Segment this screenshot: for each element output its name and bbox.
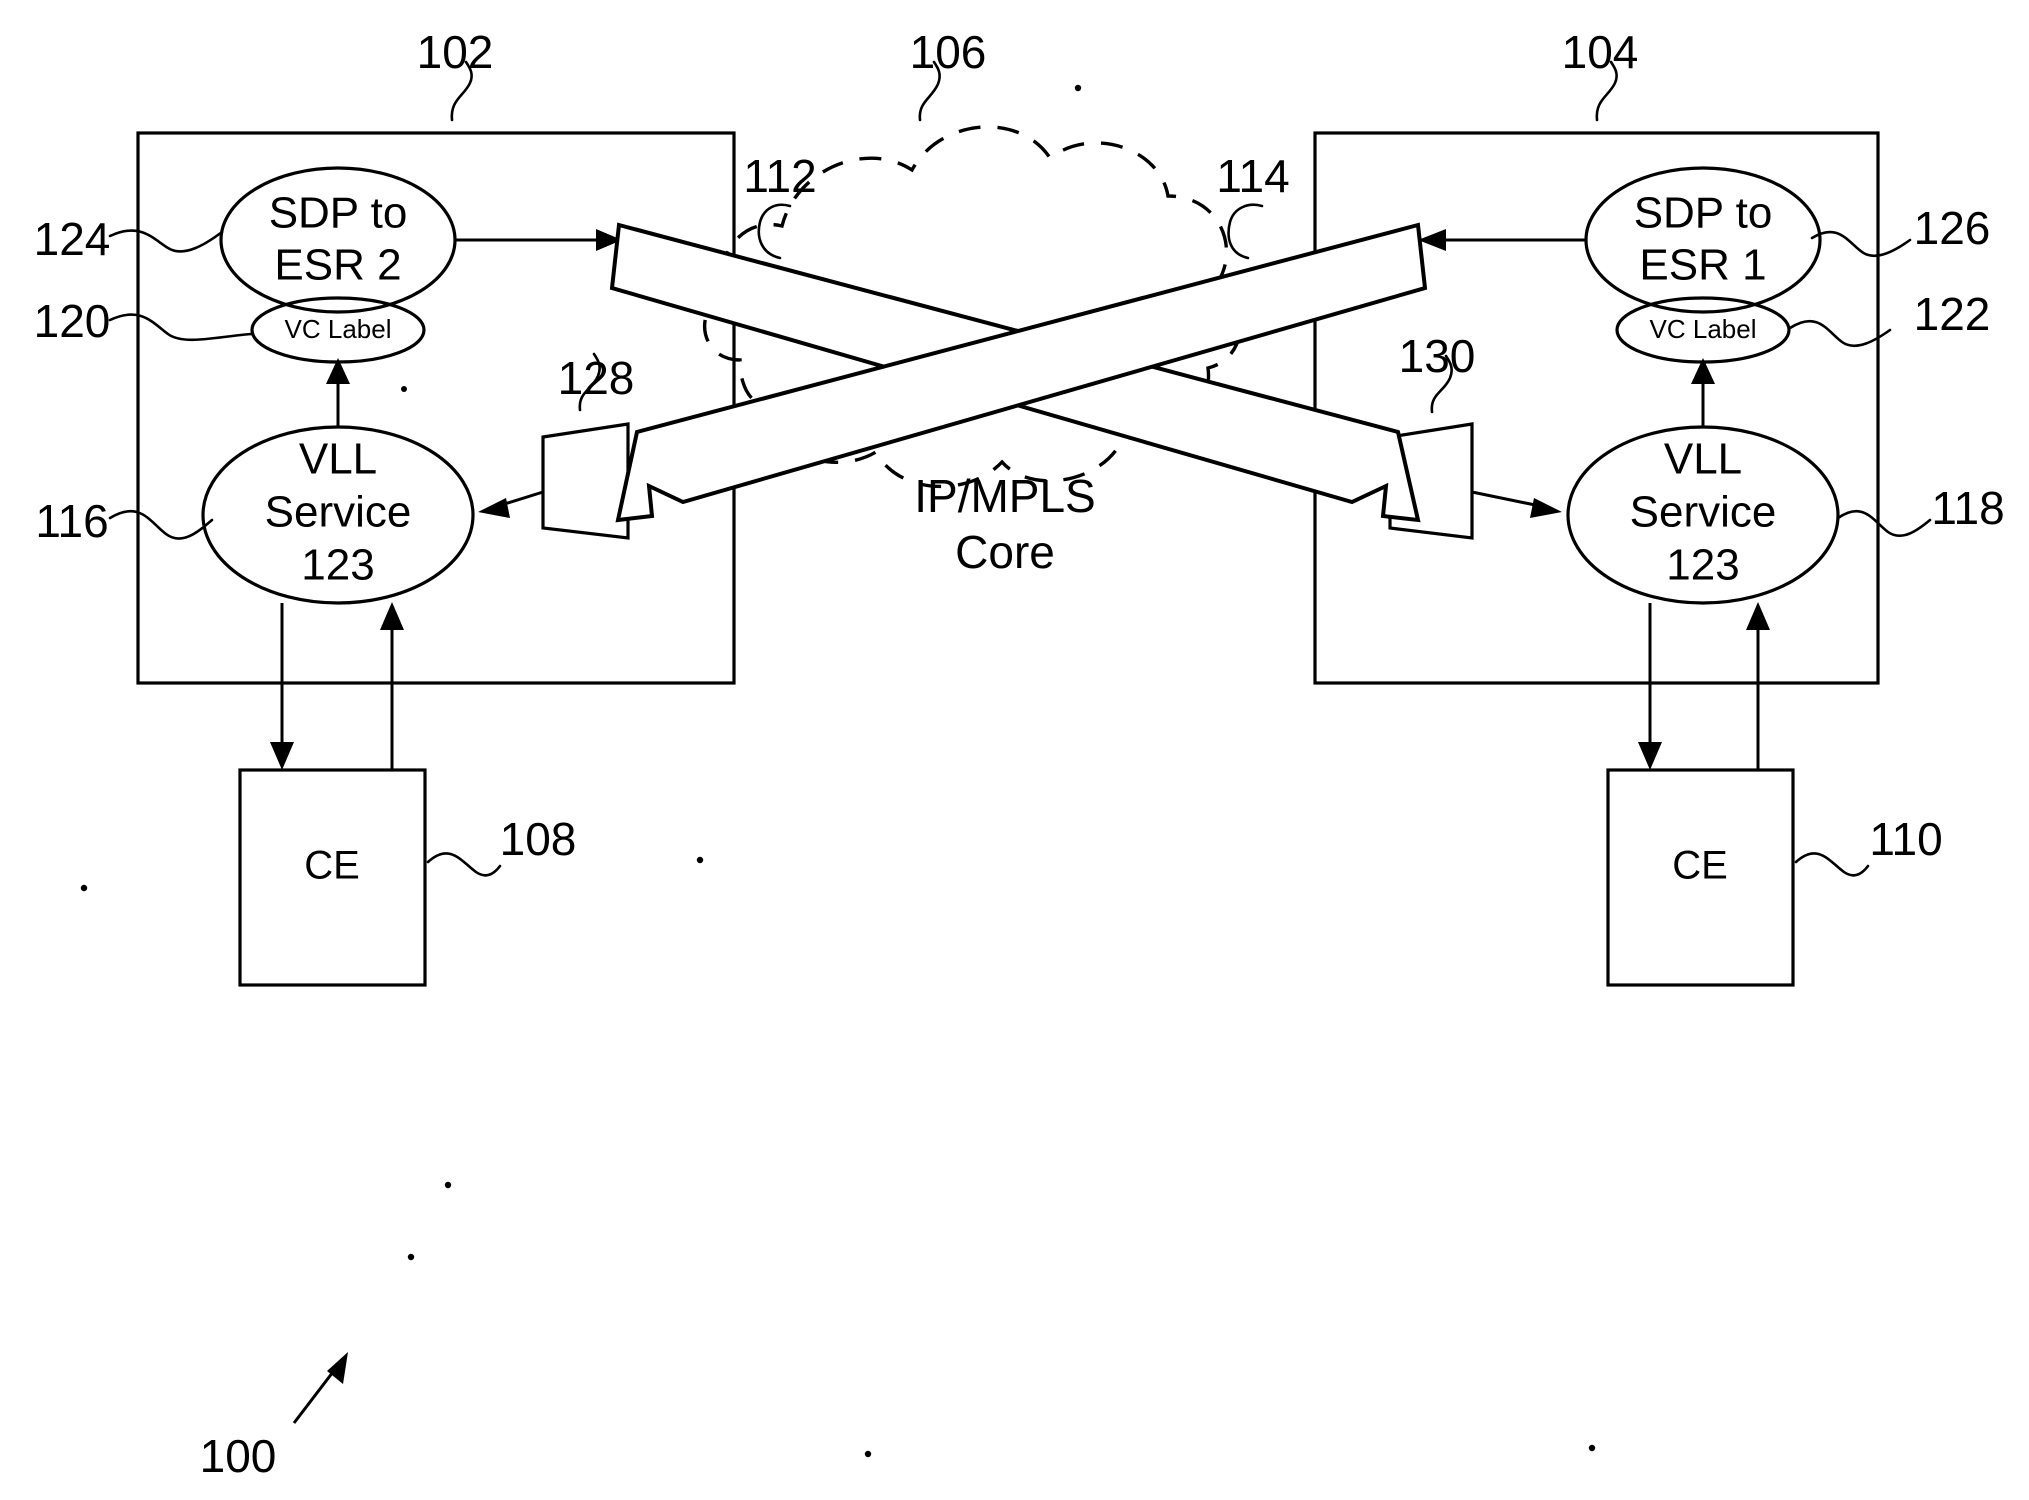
leader-118 <box>1836 510 1932 538</box>
leader-124 <box>108 229 224 253</box>
speck-7 <box>1588 1444 1596 1452</box>
ce-right-label: CE <box>1672 844 1728 888</box>
core-label-line1: IP/MPLS <box>914 470 1096 522</box>
right-vll-line2: Service <box>1630 488 1777 537</box>
speck-1 <box>1074 84 1082 92</box>
left-sdp-line1: SDP to <box>269 189 408 238</box>
left-funnel-to-vll-arrowhead <box>478 498 510 518</box>
ref-126: 126 <box>1914 202 1991 254</box>
leader-122 <box>1788 320 1892 348</box>
left-vll-to-ce-arrowhead <box>270 742 294 770</box>
speck-2 <box>80 884 88 892</box>
left-vll-line2: Service <box>265 488 412 537</box>
figure-canvas: 102 SDP to ESR 2 124 VC Label 120 VLL Se… <box>34 26 2005 1482</box>
speck-4 <box>444 1181 452 1189</box>
leader-116 <box>108 510 214 540</box>
speck-8 <box>401 386 407 392</box>
ref-124: 124 <box>34 213 111 265</box>
patent-figure: 102 SDP to ESR 2 124 VC Label 120 VLL Se… <box>0 0 2029 1500</box>
speck-6 <box>864 1450 872 1458</box>
ref-130: 130 <box>1399 330 1476 382</box>
figure-ref-arrowhead <box>327 1352 348 1384</box>
leader-114 <box>1227 203 1264 260</box>
left-ce-to-vll-arrowhead <box>380 602 404 630</box>
left-vll-line3: 123 <box>301 541 374 590</box>
right-sdp-line2: ESR 1 <box>1639 241 1766 290</box>
left-sdp-line2: ESR 2 <box>274 241 401 290</box>
right-sdp-line1: SDP to <box>1634 189 1773 238</box>
right-vc-label-text: VC Label <box>1650 314 1757 344</box>
ref-122: 122 <box>1914 288 1991 340</box>
ref-116: 116 <box>35 495 108 547</box>
ref-104: 104 <box>1562 26 1639 78</box>
leader-108 <box>426 852 502 877</box>
left-funnel-shape <box>541 422 630 540</box>
core-label-line2: Core <box>955 526 1055 578</box>
ce-left-label: CE <box>304 844 360 888</box>
leader-126 <box>1810 230 1912 258</box>
figure-ref-arrow-line <box>292 1367 338 1424</box>
ref-108: 108 <box>500 813 577 865</box>
ref-102: 102 <box>417 26 494 78</box>
left-vll-line1: VLL <box>299 435 377 484</box>
leader-110 <box>1794 852 1870 877</box>
right-ce-to-vll-arrowhead <box>1746 602 1770 630</box>
right-funnel-to-vll-line <box>1471 490 1541 508</box>
ref-114: 114 <box>1216 150 1289 202</box>
ref-118: 118 <box>1931 482 2004 534</box>
right-funnel-to-vll-arrowhead <box>1530 498 1562 518</box>
right-vll-line3: 123 <box>1666 541 1739 590</box>
ref-100: 100 <box>200 1430 277 1482</box>
ref-128: 128 <box>558 352 635 404</box>
speck-5 <box>407 1253 415 1261</box>
left-vc-label-text: VC Label <box>285 314 392 344</box>
ref-106: 106 <box>910 26 987 78</box>
ref-120: 120 <box>34 295 111 347</box>
right-vll-line1: VLL <box>1664 435 1742 484</box>
right-node-box <box>1313 131 1880 685</box>
speck-3 <box>696 856 704 864</box>
ref-110: 110 <box>1869 813 1942 865</box>
ref-112: 112 <box>743 150 816 202</box>
leader-120 <box>108 313 254 342</box>
right-vll-to-ce-arrowhead <box>1638 742 1662 770</box>
